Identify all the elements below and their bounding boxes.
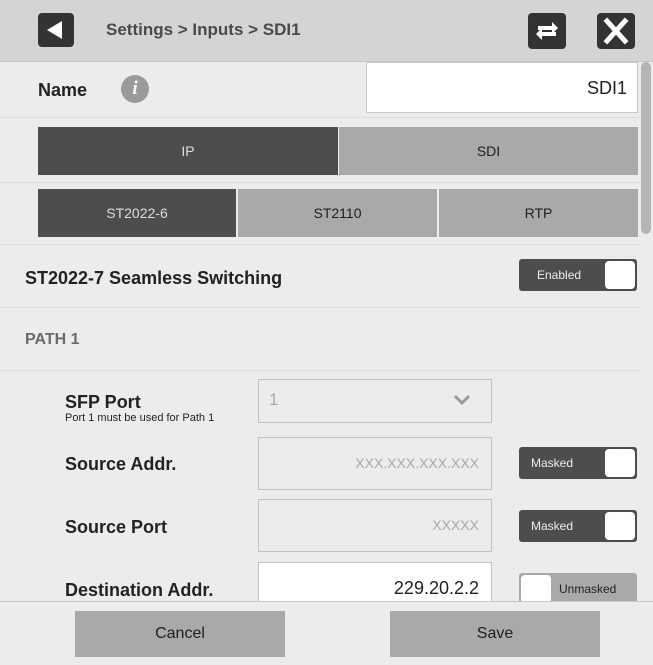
back-button[interactable] [38, 13, 74, 47]
toggle-label: Enabled [537, 268, 582, 282]
toggle-knob [605, 512, 635, 540]
back-arrow-icon [47, 21, 62, 39]
sfp-port-label: SFP Port [65, 392, 141, 412]
toggle-label: Masked [531, 519, 574, 533]
divider [0, 370, 640, 371]
path-heading: PATH 1 [25, 331, 80, 348]
info-icon[interactable]: i [121, 75, 149, 103]
close-x-icon [603, 17, 629, 45]
source-addr-label: Source Addr. [65, 454, 177, 474]
toggle-knob [605, 449, 635, 477]
sfp-port-value: 1 [269, 390, 279, 409]
sfp-port-select[interactable]: 1 [258, 379, 492, 423]
footer-bar: Cancel Save [0, 601, 653, 665]
divider [0, 182, 640, 183]
toggle-label: Unmasked [559, 582, 617, 596]
name-label: Name [38, 80, 88, 100]
chevron-down-icon [453, 394, 471, 406]
swap-button[interactable] [528, 13, 566, 49]
source-addr-field[interactable]: XXX.XXX.XXX.XXX [258, 437, 492, 490]
destination-addr-mask-toggle[interactable]: Unmasked [519, 573, 637, 601]
tab-sdi[interactable]: SDI [339, 127, 638, 175]
name-row: Name i SDI1 [0, 62, 640, 118]
toggle-knob [521, 575, 551, 601]
destination-addr-field[interactable]: 229.20.2.2 [258, 562, 492, 601]
sfp-port-note: Port 1 must be used for Path 1 [65, 412, 215, 424]
divider [0, 307, 640, 308]
seamless-switching-toggle[interactable]: Enabled [519, 259, 637, 291]
divider [0, 244, 640, 245]
tab-ip[interactable]: IP [38, 127, 338, 175]
tab-st2110[interactable]: ST2110 [238, 189, 437, 237]
settings-panel[interactable]: Name i SDI1 IP SDI ST2022-6 ST2110 RTP S… [0, 62, 653, 601]
swap-arrows-icon [536, 22, 558, 40]
source-addr-mask-toggle[interactable]: Masked [519, 447, 637, 479]
toggle-knob [605, 261, 635, 289]
scrollbar[interactable] [641, 62, 651, 234]
close-button[interactable] [597, 13, 635, 49]
tab-rtp[interactable]: RTP [439, 189, 638, 237]
destination-addr-label: Destination Addr. [65, 580, 214, 600]
seamless-switching-label: ST2022-7 Seamless Switching [25, 268, 283, 288]
cancel-button[interactable]: Cancel [75, 611, 285, 657]
source-port-label: Source Port [65, 517, 168, 537]
name-input[interactable]: SDI1 [366, 62, 638, 113]
breadcrumb: Settings > Inputs > SDI1 [106, 20, 301, 39]
source-port-field[interactable]: XXXXX [258, 499, 492, 552]
header-bar: Settings > Inputs > SDI1 [0, 0, 653, 62]
tab-st2022-6[interactable]: ST2022-6 [38, 189, 236, 237]
source-port-mask-toggle[interactable]: Masked [519, 510, 637, 542]
save-button[interactable]: Save [390, 611, 600, 657]
toggle-label: Masked [531, 456, 574, 470]
